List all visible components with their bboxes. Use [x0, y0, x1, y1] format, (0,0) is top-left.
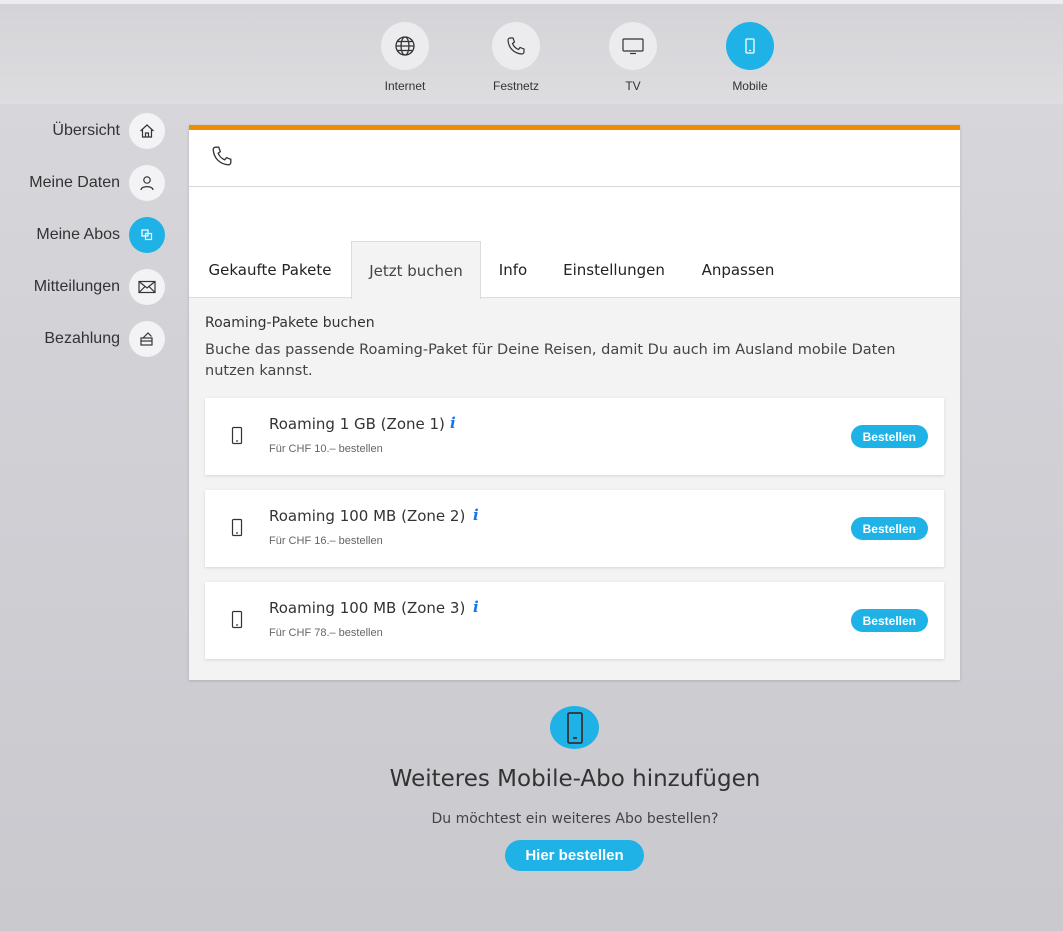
package-price: Für CHF 16.– bestellen	[269, 535, 383, 547]
package-name: Roaming 100 MB (Zone 3)	[269, 599, 466, 617]
tab-einstellungen[interactable]: Einstellungen	[545, 241, 683, 298]
package-item: Roaming 1 GB (Zone 1) i Für CHF 10.– bes…	[205, 398, 944, 475]
subscription-card: Gekaufte Pakete Jetzt buchen Info Einste…	[189, 125, 960, 680]
sidebar-item-bezahlung[interactable]: Bezahlung	[44, 321, 165, 357]
info-icon[interactable]: i	[450, 414, 456, 432]
sidebar-item-mitteilungen[interactable]: Mitteilungen	[34, 269, 165, 305]
tab-info[interactable]: Info	[481, 241, 545, 298]
section-title: Roaming-Pakete buchen	[205, 315, 375, 331]
topnav-label: Internet	[384, 79, 426, 93]
topnav-mobile[interactable]: Mobile	[705, 22, 795, 93]
package-name: Roaming 100 MB (Zone 2)	[269, 507, 466, 525]
order-here-button[interactable]: Hier bestellen	[505, 840, 644, 871]
info-icon[interactable]: i	[473, 506, 479, 524]
subscriptions-icon	[129, 217, 165, 253]
topnav-tv[interactable]: TV	[588, 22, 678, 93]
mobile-icon	[726, 22, 774, 70]
top-navigation: Internet Festnetz TV Mobile	[0, 0, 1063, 104]
tab-bar: Gekaufte Pakete Jetzt buchen Info Einste…	[189, 241, 960, 299]
order-button[interactable]: Bestellen	[850, 517, 928, 540]
home-icon	[129, 113, 165, 149]
mobile-icon	[231, 518, 243, 542]
package-name: Roaming 1 GB (Zone 1)	[269, 415, 445, 433]
info-icon[interactable]: i	[473, 598, 479, 616]
sidebar-item-uebersicht[interactable]: Übersicht	[52, 113, 165, 149]
phone-icon	[492, 22, 540, 70]
package-price: Für CHF 10.– bestellen	[269, 443, 383, 455]
order-button[interactable]: Bestellen	[850, 425, 928, 448]
sidebar-item-label: Meine Daten	[29, 174, 120, 191]
mail-icon	[129, 269, 165, 305]
mobile-icon	[550, 706, 599, 749]
sidebar-item-meine-daten[interactable]: Meine Daten	[29, 165, 165, 201]
tv-icon	[609, 22, 657, 70]
topnav-internet[interactable]: Internet	[360, 22, 450, 93]
tab-anpassen[interactable]: Anpassen	[683, 241, 793, 298]
topnav-label: TV	[625, 79, 641, 93]
card-header	[189, 130, 960, 187]
topnav-label: Festnetz	[492, 79, 540, 93]
sidebar-item-label: Mitteilungen	[33, 278, 120, 295]
sidebar-item-label: Meine Abos	[36, 226, 120, 243]
add-title: Weiteres Mobile-Abo hinzufügen	[389, 766, 761, 792]
phone-icon	[211, 145, 233, 172]
sidebar-item-label: Übersicht	[52, 122, 120, 139]
topnav-festnetz[interactable]: Festnetz	[471, 22, 561, 93]
add-description: Du möchtest ein weiteres Abo bestellen?	[431, 811, 719, 827]
card-spacer	[189, 187, 960, 241]
package-item: Roaming 100 MB (Zone 2) i Für CHF 16.– b…	[205, 490, 944, 567]
sidebar-item-meine-abos[interactable]: Meine Abos	[36, 217, 165, 253]
section-description: Buche das passende Roaming-Paket für Dei…	[205, 342, 896, 379]
tab-gekaufte-pakete[interactable]: Gekaufte Pakete	[189, 241, 351, 298]
mobile-icon	[231, 426, 243, 450]
sidebar-item-label: Bezahlung	[44, 330, 120, 347]
package-price: Für CHF 78.– bestellen	[269, 627, 383, 639]
mobile-icon	[231, 610, 243, 634]
topnav-label: Mobile	[732, 79, 768, 93]
tab-jetzt-buchen[interactable]: Jetzt buchen	[351, 241, 481, 299]
globe-icon	[381, 22, 429, 70]
order-button[interactable]: Bestellen	[850, 609, 928, 632]
payment-icon	[129, 321, 165, 357]
roaming-section: Roaming-Pakete buchen Buche das passende…	[189, 298, 960, 659]
package-item: Roaming 100 MB (Zone 3) i Für CHF 78.– b…	[205, 582, 944, 659]
user-icon	[129, 165, 165, 201]
